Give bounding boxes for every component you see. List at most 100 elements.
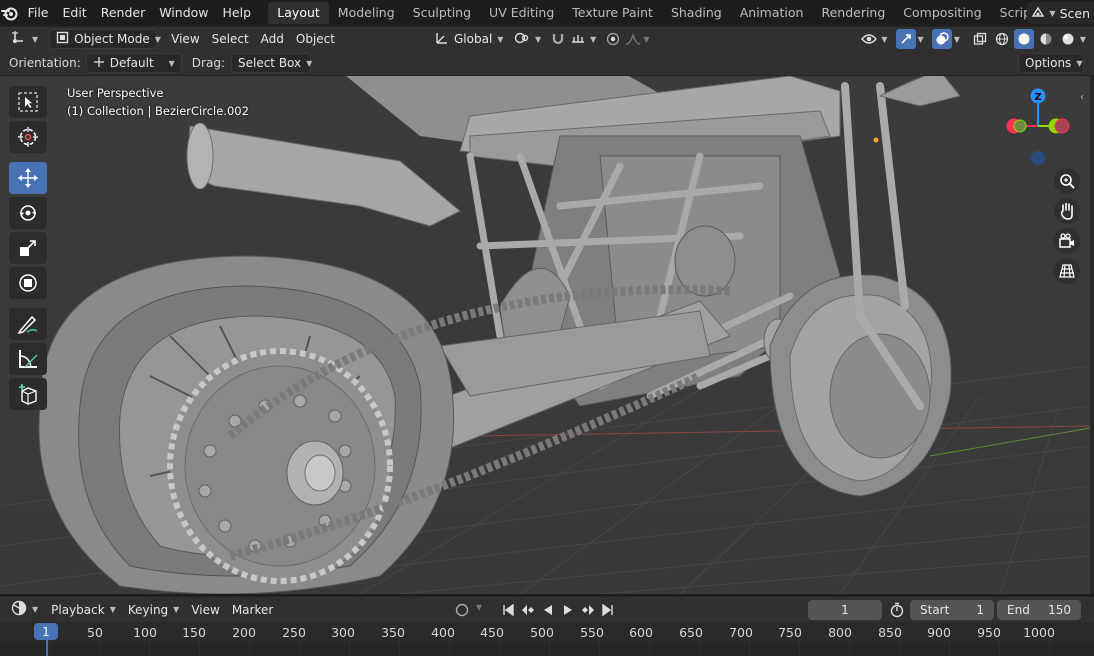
camera-icon[interactable] [1054, 228, 1080, 254]
playhead-frame-badge[interactable]: 1 [34, 623, 58, 640]
ruler-frame-label: 50 [87, 625, 103, 640]
editor-type-dropdown[interactable]: ▼ [8, 29, 42, 49]
object-mode-icon [56, 31, 69, 47]
transform-icon[interactable] [9, 267, 47, 299]
chevron-down-icon: ▼ [476, 603, 483, 612]
jump-end-icon[interactable] [598, 600, 618, 620]
tab-sculpting[interactable]: Sculpting [404, 2, 480, 24]
measure-icon[interactable] [9, 343, 47, 375]
pivot-dropdown[interactable]: ▼ [511, 29, 545, 49]
orientation-value: Default [109, 56, 154, 70]
playback-dropdown[interactable]: Playback ▼ [45, 599, 122, 620]
jump-start-icon[interactable] [498, 600, 518, 620]
cursor-icon[interactable] [9, 121, 47, 153]
current-frame-field[interactable]: 1 [808, 600, 882, 620]
snap-target-dropdown[interactable]: ▼ [568, 29, 600, 49]
chevron-down-icon: ▼ [168, 58, 175, 68]
playback-label: Playback [51, 602, 105, 617]
tab-rendering[interactable]: Rendering [812, 2, 894, 24]
chevron-down-icon: ▼ [32, 605, 39, 614]
tab-animation[interactable]: Animation [731, 2, 813, 24]
navigation-gizmo[interactable]: Z [998, 84, 1078, 174]
timeline-editor-dropdown[interactable]: ▼ [8, 599, 42, 620]
magnet-icon[interactable] [548, 29, 568, 49]
timeline-view-menu[interactable]: View [185, 600, 225, 620]
menu-help[interactable]: Help [216, 2, 259, 24]
select-box-icon[interactable] [9, 86, 47, 118]
preview-range-icon[interactable] [887, 600, 907, 620]
ruler-frame-label: 500 [530, 625, 554, 640]
scene-selector[interactable]: ▼ Scen [1027, 2, 1094, 24]
options-dropdown[interactable]: Options ▼ [1018, 53, 1084, 73]
shading-rendered-icon[interactable] [1058, 29, 1078, 49]
menu-edit[interactable]: Edit [55, 2, 93, 24]
end-frame-field[interactable]: End 150 [997, 600, 1081, 620]
eye-icon[interactable] [859, 29, 879, 49]
chevron-down-icon: ▼ [1049, 8, 1056, 18]
ruler-frame-label: 550 [580, 625, 604, 640]
snap-increment-icon [571, 31, 585, 48]
add-cube-icon[interactable] [9, 378, 47, 410]
move-icon[interactable] [9, 162, 47, 194]
chevron-down-icon: ▼ [32, 34, 39, 44]
chevron-down-icon: ▼ [881, 34, 888, 44]
play-reverse-icon[interactable] [538, 600, 558, 620]
shading-material-icon[interactable] [1036, 29, 1056, 49]
ortho-grid-icon[interactable] [1054, 258, 1080, 284]
prev-keyframe-icon[interactable] [518, 600, 538, 620]
menu-file[interactable]: File [21, 2, 56, 24]
orientation-global-icon [435, 31, 449, 48]
ruler-frame-label: 650 [679, 625, 703, 640]
options-label: Options [1025, 56, 1072, 70]
tab-modeling[interactable]: Modeling [329, 2, 404, 24]
ruler-frame-label: 400 [431, 625, 455, 640]
3d-viewport[interactable]: User Perspective (1) Collection | Bezier… [0, 76, 1090, 594]
scale-icon[interactable] [9, 232, 47, 264]
rotate-icon[interactable] [9, 197, 47, 229]
orientation-dropdown[interactable]: Default ▼ [85, 53, 182, 73]
gizmo-neg-z-axis[interactable] [1031, 151, 1045, 165]
timeline-marker-menu[interactable]: Marker [226, 600, 279, 620]
annotate-icon[interactable] [9, 308, 47, 340]
viewport-perspective-label: User Perspective [67, 86, 164, 100]
blender-logo-icon[interactable] [0, 0, 21, 26]
tab-layout[interactable]: Layout [268, 2, 329, 24]
menu-window[interactable]: Window [152, 2, 215, 24]
xray-icon[interactable] [970, 29, 990, 49]
play-icon[interactable] [558, 600, 578, 620]
ruler-frame-label: 600 [629, 625, 653, 640]
shading-solid-icon[interactable] [1013, 29, 1034, 49]
mode-dropdown[interactable]: Object Mode ▼ [49, 29, 161, 49]
chevron-down-icon: ▼ [1076, 58, 1083, 68]
drag-value: Select Box [237, 56, 302, 70]
timeline-header: ▼ Playback ▼ Keying ▼ View Marker ▼ 1 St… [0, 596, 1094, 622]
menu-select[interactable]: Select [206, 29, 255, 49]
end-value: 150 [1048, 603, 1071, 617]
start-frame-field[interactable]: Start 1 [910, 600, 994, 620]
tab-compositing[interactable]: Compositing [894, 2, 990, 24]
proportional-edit-icon[interactable] [603, 29, 623, 49]
chevron-down-icon: ▼ [590, 34, 597, 44]
timeline-ruler[interactable]: 1 50 100 150 200 250 300 350 400 450 500… [0, 622, 1094, 656]
menu-render[interactable]: Render [94, 2, 153, 24]
shading-wireframe-icon[interactable] [992, 29, 1012, 49]
overlay-icon[interactable] [931, 29, 952, 49]
zoom-icon[interactable] [1054, 168, 1080, 194]
menu-add[interactable]: Add [255, 29, 290, 49]
tab-texture-paint[interactable]: Texture Paint [563, 2, 662, 24]
menu-view[interactable]: View [165, 29, 205, 49]
tab-shading[interactable]: Shading [662, 2, 731, 24]
ruler-frame-label: 1000 [1023, 625, 1055, 640]
keying-dropdown[interactable]: Keying ▼ [121, 599, 186, 620]
next-keyframe-icon[interactable] [578, 600, 598, 620]
gizmo-icon[interactable] [895, 29, 916, 49]
auto-keying-icon[interactable] [452, 600, 472, 620]
drag-dropdown[interactable]: Select Box ▼ [230, 53, 312, 73]
sidebar-toggle-icon[interactable]: ‹ [1080, 92, 1084, 103]
keying-label: Keying [127, 602, 169, 617]
menu-object[interactable]: Object [290, 29, 341, 49]
falloff-icon[interactable] [623, 29, 643, 49]
transform-orientation-dropdown[interactable]: Global ▼ [429, 29, 505, 49]
hand-pan-icon[interactable] [1054, 198, 1080, 224]
tab-uv-editing[interactable]: UV Editing [480, 2, 563, 24]
